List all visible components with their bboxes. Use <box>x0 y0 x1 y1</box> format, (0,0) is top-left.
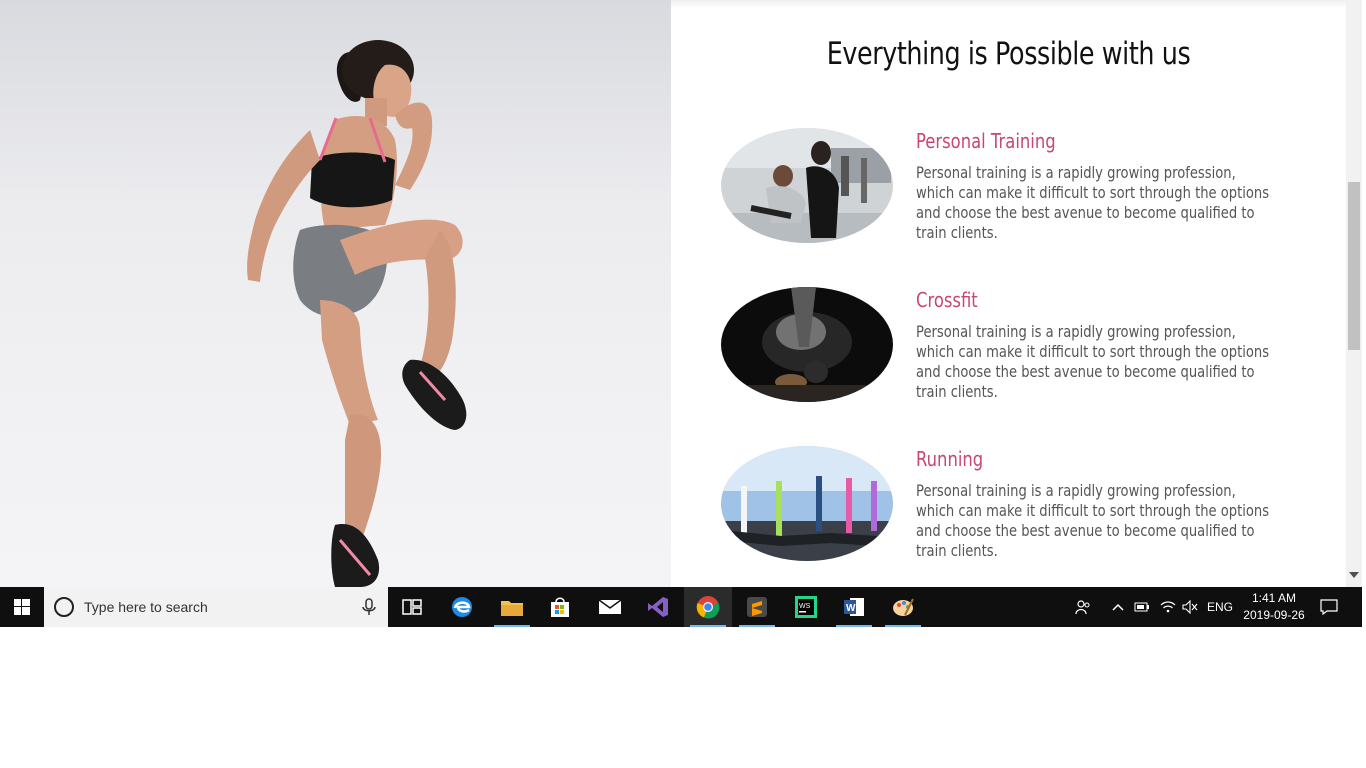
service-title: Running <box>916 447 984 471</box>
service-personal-training: Personal Training Personal training is a… <box>721 128 1281 246</box>
taskbar-search-box[interactable]: Type here to search <box>44 587 388 627</box>
service-description: Personal training is a rapidly growing p… <box>916 481 1270 561</box>
webstorm-icon[interactable]: WS <box>782 587 830 627</box>
file-explorer-icon[interactable] <box>488 587 536 627</box>
windows-logo-icon <box>14 599 30 615</box>
service-description: Personal training is a rapidly growing p… <box>916 322 1270 402</box>
content-top-shade <box>671 0 1346 8</box>
services-section: Everything is Possible with us Personal … <box>671 0 1346 587</box>
scrollbar-thumb[interactable] <box>1348 182 1360 350</box>
search-placeholder: Type here to search <box>84 599 208 615</box>
running-indicator <box>494 625 530 627</box>
start-button[interactable] <box>0 587 44 627</box>
svg-text:W: W <box>846 603 856 614</box>
language-label: ENG <box>1206 600 1233 614</box>
svg-text:WS: WS <box>799 603 811 610</box>
microphone-icon[interactable] <box>360 598 378 616</box>
service-running: Running Personal training is a rapidly g… <box>721 446 1281 564</box>
personal-training-photo <box>721 128 893 243</box>
running-indicator <box>885 625 921 627</box>
description-line: which can make it difficult to sort thro… <box>916 342 1270 361</box>
running-indicator <box>690 625 726 627</box>
clock-time: 1:41 AM <box>1251 591 1297 605</box>
scroll-down-arrow-icon[interactable] <box>1349 572 1359 578</box>
description-line: and choose the best avenue to become qua… <box>916 203 1255 222</box>
running-indicator <box>739 625 775 627</box>
mail-icon[interactable] <box>586 587 634 627</box>
description-line: which can make it difficult to sort thro… <box>916 501 1270 520</box>
description-line: train clients. <box>916 541 998 560</box>
battery-icon[interactable] <box>1132 587 1152 627</box>
store-icon[interactable] <box>536 587 584 627</box>
crossfit-photo <box>721 287 893 402</box>
clock-date: 2019-09-26 <box>1243 608 1305 622</box>
input-language[interactable]: ENG <box>1204 587 1236 627</box>
vertical-scrollbar[interactable] <box>1346 0 1362 587</box>
hero-athlete-photo <box>0 0 671 587</box>
task-view-icon[interactable] <box>388 587 436 627</box>
cortana-icon <box>54 597 74 617</box>
windows-taskbar: Type here to search WS W ENG 1:41 AM 201… <box>0 587 1362 627</box>
paint-icon[interactable] <box>879 587 927 627</box>
running-indicator <box>836 625 872 627</box>
service-description: Personal training is a rapidly growing p… <box>916 163 1270 243</box>
word-icon[interactable]: W <box>830 587 878 627</box>
running-photo <box>721 446 893 561</box>
athlete-illustration <box>247 40 467 587</box>
taskbar-clock[interactable]: 1:41 AM 2019-09-26 <box>1240 590 1308 624</box>
description-line: and choose the best avenue to become qua… <box>916 521 1255 540</box>
service-crossfit: Crossfit Personal training is a rapidly … <box>721 287 1281 405</box>
show-hidden-icons-chevron-icon[interactable] <box>1108 587 1128 627</box>
browser-viewport: Everything is Possible with us Personal … <box>0 0 1362 587</box>
people-icon[interactable] <box>1072 587 1094 627</box>
sublime-text-icon[interactable] <box>733 587 781 627</box>
visual-studio-icon[interactable] <box>634 587 682 627</box>
edge-icon[interactable] <box>438 587 486 627</box>
chrome-icon[interactable] <box>684 587 732 627</box>
description-line: Personal training is a rapidly growing p… <box>916 322 1236 341</box>
service-title: Personal Training <box>916 129 1056 153</box>
description-line: train clients. <box>916 223 998 242</box>
volume-muted-icon[interactable] <box>1180 587 1200 627</box>
description-line: which can make it difficult to sort thro… <box>916 183 1270 202</box>
description-line: Personal training is a rapidly growing p… <box>916 163 1236 182</box>
section-title: Everything is Possible with us <box>826 36 1191 72</box>
description-line: and choose the best avenue to become qua… <box>916 362 1255 381</box>
description-line: train clients. <box>916 382 998 401</box>
description-line: Personal training is a rapidly growing p… <box>916 481 1236 500</box>
action-center-icon[interactable] <box>1316 587 1342 627</box>
service-title: Crossfit <box>916 288 978 312</box>
wifi-icon[interactable] <box>1158 587 1178 627</box>
